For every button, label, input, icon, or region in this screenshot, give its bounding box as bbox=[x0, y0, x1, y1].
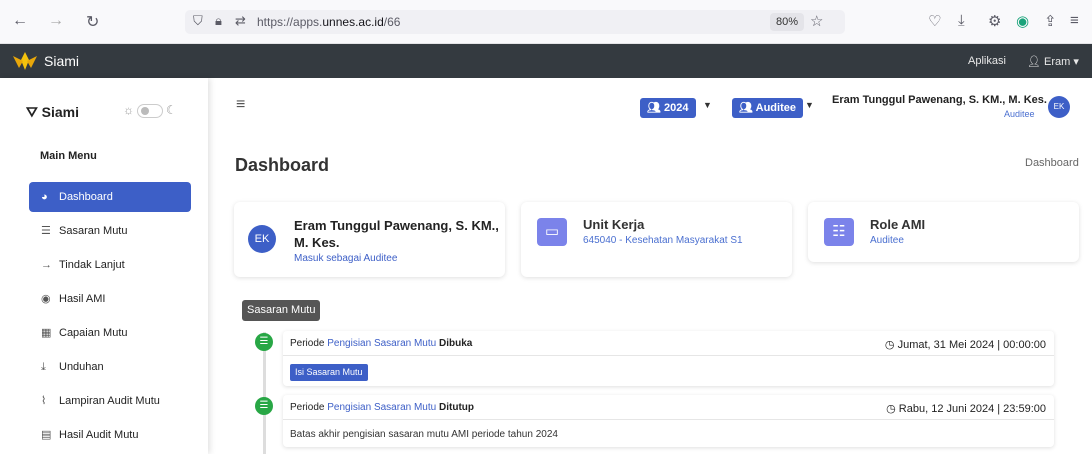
sidebar-item-tindak-lanjut[interactable]: → Tindak Lanjut bbox=[29, 250, 191, 280]
role-ami-title: Role AMI bbox=[870, 217, 926, 232]
header-user-role: Auditee bbox=[1004, 109, 1035, 119]
users-icon: 👥︎ bbox=[647, 102, 661, 114]
clock-icon: ◷ bbox=[884, 339, 895, 351]
user-menu[interactable]: 👤︎ Eram ▾ bbox=[1027, 55, 1079, 68]
url-text[interactable]: https://apps.unnes.ac.id/66 bbox=[257, 15, 400, 29]
laptop-icon: ▭ bbox=[537, 218, 567, 246]
timeline-item-title: Periode Pengisian Sasaran Mutu Ditutup bbox=[290, 402, 474, 413]
sidebar-item-sasaran-mutu[interactable]: ☰ Sasaran Mutu bbox=[29, 216, 191, 246]
navbar-brand[interactable]: Siami bbox=[44, 53, 79, 69]
chevron-down-icon[interactable]: ▼ bbox=[805, 100, 814, 110]
lock-icon[interactable]: 🔒︎ bbox=[215, 13, 222, 29]
menu-icon[interactable]: ≡ bbox=[1070, 12, 1079, 29]
download-icon: ⤓ bbox=[41, 361, 46, 373]
pocket-icon[interactable]: ♡ bbox=[928, 12, 941, 30]
clock-icon: ◷ bbox=[886, 403, 896, 415]
list-icon: ☰ bbox=[41, 225, 51, 237]
breadcrumb[interactable]: Dashboard bbox=[1025, 157, 1079, 169]
role-dropdown[interactable]: 👥︎ Auditee bbox=[732, 98, 803, 118]
arrow-right-icon: → bbox=[41, 259, 52, 271]
year-dropdown[interactable]: 👥︎ 2024 bbox=[640, 98, 696, 118]
sidebar-brand[interactable]: ⛛ Siami bbox=[26, 104, 79, 121]
forward-icon[interactable]: → bbox=[48, 12, 64, 30]
download-icon[interactable]: ⤓ bbox=[958, 12, 965, 29]
sidebar-item-capaian-mutu[interactable]: ▦ Capaian Mutu bbox=[29, 318, 191, 348]
timeline-item: Periode Pengisian Sasaran Mutu Ditutup ◷… bbox=[283, 395, 1054, 447]
hamburger-icon[interactable]: ≡ bbox=[236, 96, 245, 114]
sun-icon: ☼ bbox=[123, 103, 134, 117]
sidebar: ⛛ Siami ☼ ☾ Main Menu ◕ Dashboard ☰ Sasaran… bbox=[0, 78, 208, 454]
reload-icon[interactable]: ↻ bbox=[86, 12, 99, 32]
extension-icon[interactable]: ⚙ bbox=[988, 12, 1001, 30]
timeline-item: Periode Pengisian Sasaran Mutu Dibuka ◷ … bbox=[283, 331, 1054, 386]
unit-kerja-value: 645040 - Kesehatan Masyarakat S1 bbox=[583, 235, 743, 246]
profile-name: Eram Tunggul Pawenang, S. KM., M. Kes. bbox=[294, 218, 499, 250]
page-title: Dashboard bbox=[235, 155, 330, 175]
sidebar-item-lampiran-audit-mutu[interactable]: ⌇ Lampiran Audit Mutu bbox=[29, 386, 191, 416]
user-icon: 👤︎ bbox=[1027, 56, 1041, 68]
avatar[interactable]: EK bbox=[1048, 96, 1070, 118]
unnes-logo bbox=[13, 52, 37, 70]
bookmark-star-icon[interactable]: ☆ bbox=[810, 12, 823, 30]
chart-icon: ▤ bbox=[41, 429, 52, 441]
timeline-item-time: ◷ Rabu, 12 Juni 2024 | 23:59:00 bbox=[886, 403, 1046, 415]
avatar: EK bbox=[248, 225, 276, 253]
timeline-item-body: Batas akhir pengisian sasaran mutu AMI p… bbox=[290, 429, 558, 440]
timeline-label: Sasaran Mutu bbox=[242, 300, 321, 321]
url-bar[interactable]: ⛉ 🔒︎ ⇄ https://apps.unnes.ac.id/66 80% ☆ bbox=[185, 10, 845, 34]
chevron-down-icon[interactable]: ▼ bbox=[703, 100, 712, 110]
share-icon[interactable]: ⇪ bbox=[1044, 12, 1057, 30]
role-ami-card: ☷ Role AMI Auditee bbox=[808, 202, 1079, 262]
shield-icon[interactable]: ⛉ bbox=[193, 13, 203, 29]
sidebar-item-unduhan[interactable]: ⤓ Unduhan bbox=[29, 352, 191, 382]
timeline-item-title: Periode Pengisian Sasaran Mutu Dibuka bbox=[290, 338, 473, 349]
chatgpt-extension-icon[interactable]: ◉ bbox=[1016, 12, 1029, 30]
profile-card: EK Eram Tunggul Pawenang, S. KM., M. Kes… bbox=[234, 202, 505, 277]
theme-switch[interactable]: ☼ ☾ bbox=[123, 103, 177, 118]
back-icon[interactable]: ← bbox=[12, 12, 28, 30]
isi-sasaran-mutu-button[interactable]: Isi Sasaran Mutu bbox=[290, 364, 368, 381]
sidebar-item-dashboard[interactable]: ◕ Dashboard bbox=[29, 182, 191, 212]
dashboard-icon: ◕ bbox=[41, 191, 48, 203]
profile-role-text: Masuk sebagai Auditee bbox=[294, 253, 398, 264]
table-icon: ▦ bbox=[41, 327, 52, 339]
aplikasi-link[interactable]: Aplikasi bbox=[968, 55, 1006, 67]
sidebar-section-header: Main Menu bbox=[40, 150, 97, 162]
browser-toolbar: ← → ↻ ⛉ 🔒︎ ⇄ https://apps.unnes.ac.id/66… bbox=[0, 0, 1092, 44]
unit-kerja-title: Unit Kerja bbox=[583, 217, 645, 232]
top-navbar: Siami Aplikasi 👤︎ Eram ▾ bbox=[0, 44, 1092, 78]
header-user-name[interactable]: Eram Tunggul Pawenang, S. KM., M. Kes. bbox=[832, 94, 1047, 106]
zoom-level[interactable]: 80% bbox=[770, 13, 805, 31]
main-header: ≡ 👥︎ 2024 ▼ 👥︎ Auditee ▼ Eram Tunggul Pa… bbox=[208, 78, 1092, 134]
sidebar-item-hasil-audit-mutu[interactable]: ▤ Hasil Audit Mutu bbox=[29, 420, 191, 450]
theme-toggle[interactable] bbox=[137, 103, 163, 118]
role-ami-value: Auditee bbox=[870, 235, 904, 246]
list-check-icon: ☰ bbox=[255, 333, 273, 351]
checklist-icon: ☷ bbox=[824, 218, 854, 246]
permissions-icon[interactable]: ⇄ bbox=[235, 13, 246, 29]
users-icon: 👥︎ bbox=[739, 102, 753, 114]
list-check-icon: ☰ bbox=[255, 397, 273, 415]
moon-icon: ☾ bbox=[166, 103, 177, 117]
paperclip-icon: ⌇ bbox=[41, 395, 47, 407]
compass-icon: ◉ bbox=[41, 293, 51, 305]
timeline-item-time: ◷ Jumat, 31 Mei 2024 | 00:00:00 bbox=[884, 339, 1046, 351]
filter-logo-icon: ⛛ bbox=[26, 104, 38, 120]
sidebar-item-hasil-ami[interactable]: ◉ Hasil AMI bbox=[29, 284, 191, 314]
unit-kerja-card: ▭ Unit Kerja 645040 - Kesehatan Masyarak… bbox=[521, 202, 792, 277]
